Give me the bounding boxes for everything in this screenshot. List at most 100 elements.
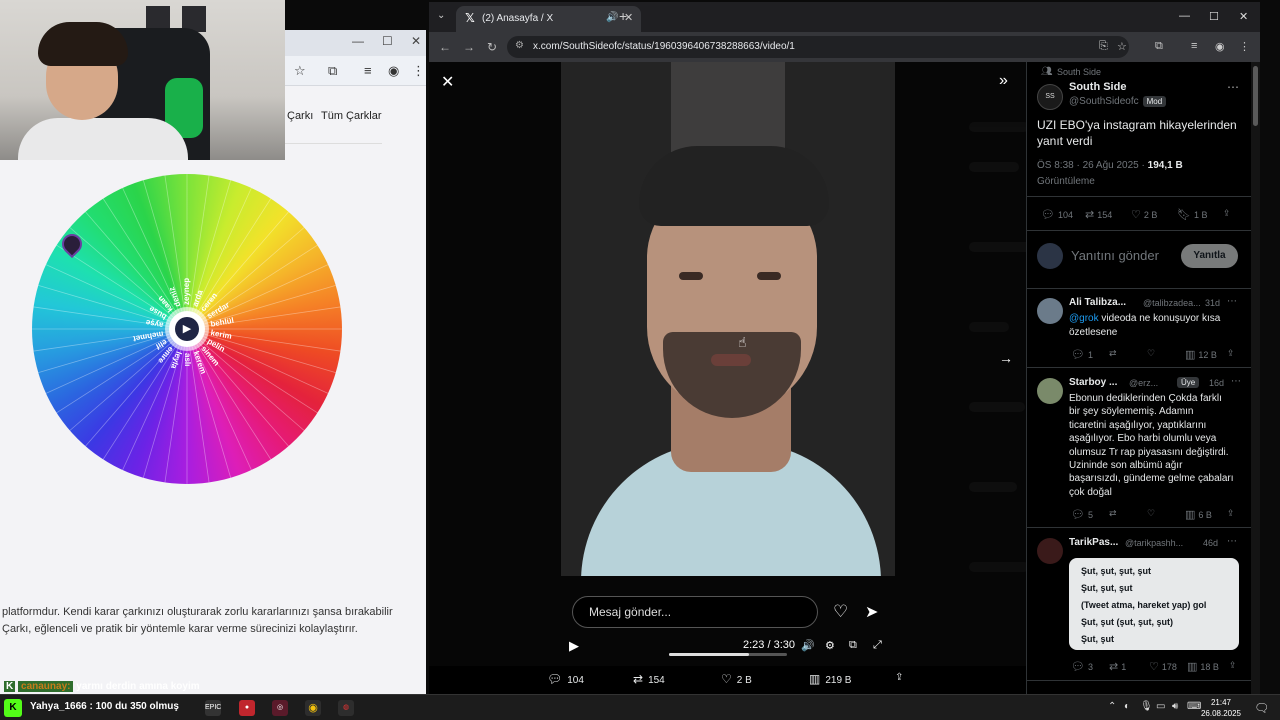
share-icon[interactable]: ⇪ xyxy=(1223,208,1231,219)
social-context[interactable]: South Side xyxy=(1057,67,1101,77)
reply-action[interactable]: 💬︎ 5 xyxy=(1071,508,1093,521)
like-action[interactable]: ♡ 178 xyxy=(1149,660,1177,673)
like-icon[interactable]: ♡ xyxy=(1147,348,1155,359)
reply-author[interactable]: Ali Talibza... xyxy=(1069,297,1126,308)
menu-icon[interactable]: ⋮ xyxy=(1239,40,1250,53)
share-icon[interactable]: ⇪ xyxy=(1227,348,1235,359)
speaker-icon[interactable]: 🔊︎ xyxy=(1172,701,1178,712)
avatar[interactable] xyxy=(1037,538,1063,564)
play-icon[interactable]: ▶ xyxy=(569,638,579,654)
fullscreen-icon[interactable]: ⤢ xyxy=(873,639,882,652)
new-tab-icon[interactable]: + xyxy=(619,8,627,24)
repost-icon[interactable]: ⇄ xyxy=(1109,348,1117,359)
reply-author[interactable]: Starboy ... xyxy=(1069,377,1117,388)
nav-link-wheel[interactable]: Çarkı xyxy=(287,110,313,122)
network-icon[interactable]: ▭ xyxy=(1156,701,1165,712)
forward-icon[interactable]: → xyxy=(463,40,475,54)
extensions-icon[interactable]: ⧉ xyxy=(328,63,337,79)
bookmark-action[interactable]: 🔖︎ 1 B xyxy=(1177,208,1207,221)
settings-gear-icon[interactable]: ⚙ xyxy=(825,639,835,652)
more-options-icon[interactable]: ⋯ xyxy=(1227,536,1237,547)
reply-handle[interactable]: @tarikpashh... xyxy=(1125,538,1183,548)
profile-icon[interactable]: ◉ xyxy=(1215,40,1225,53)
epic-games-icon[interactable]: EPIC xyxy=(205,700,221,716)
url-input[interactable]: ⚙ x.com/SouthSideofc/status/196039640673… xyxy=(507,36,1129,58)
tray-app-icon[interactable]: ◐ xyxy=(1124,701,1130,712)
bookmark-star-icon[interactable]: ☆ xyxy=(1117,40,1127,53)
reply-action[interactable]: 💬︎ 1 xyxy=(1071,348,1093,361)
spin-play-icon[interactable]: ▶ xyxy=(175,317,199,341)
profile-icon[interactable]: ◉ xyxy=(388,63,399,79)
share-icon[interactable]: ⇪ xyxy=(1229,660,1237,671)
reply-input[interactable]: Yanıtını gönder xyxy=(1071,248,1159,263)
minimize-icon[interactable]: — xyxy=(1179,10,1190,22)
reply-handle[interactable]: @talibzadea... xyxy=(1143,298,1201,308)
maximize-icon[interactable]: ☐ xyxy=(1209,10,1219,23)
next-media-icon[interactable]: → xyxy=(999,350,1013,366)
scrollbar-thumb[interactable] xyxy=(1253,66,1258,126)
avatar[interactable] xyxy=(1037,378,1063,404)
back-icon[interactable]: ← xyxy=(439,40,451,54)
avatar[interactable] xyxy=(1037,298,1063,324)
expand-sidebar-icon[interactable]: » xyxy=(999,72,1008,90)
record-app-icon[interactable]: ● xyxy=(239,700,255,716)
repost-action[interactable]: ⇄ 1 xyxy=(1109,660,1126,673)
site-info-icon[interactable]: ⚙ xyxy=(515,40,524,51)
maximize-icon[interactable]: ☐ xyxy=(382,34,393,48)
nav-link-all-wheels[interactable]: Tüm Çarklar xyxy=(321,110,382,122)
media-icon[interactable]: ≡ xyxy=(364,63,372,78)
more-options-icon[interactable]: ⋯ xyxy=(1231,376,1241,387)
send-icon[interactable]: ➤ xyxy=(865,602,878,622)
mention-link[interactable]: @grok xyxy=(1069,313,1099,324)
pip-icon[interactable]: ⧉ xyxy=(849,639,857,652)
obs-icon[interactable]: ◍ xyxy=(338,700,354,716)
tray-chevron-icon[interactable]: ⌃ xyxy=(1108,701,1116,712)
repost-action[interactable]: ⇄ 154 xyxy=(1085,208,1112,221)
reply-button[interactable]: Yanıtla xyxy=(1181,244,1238,268)
wheel-hub[interactable]: ▶ xyxy=(169,311,205,347)
more-options-icon[interactable]: ⋯ xyxy=(1227,80,1239,94)
reload-icon[interactable]: ↻ xyxy=(487,40,497,54)
repost-icon[interactable]: ⇄ xyxy=(1109,508,1117,519)
author-handle[interactable]: @SouthSideofc Mod xyxy=(1069,96,1167,107)
close-icon[interactable]: ✕ xyxy=(1239,10,1248,23)
reply-handle[interactable]: @erz... xyxy=(1129,378,1158,388)
cast-icon[interactable]: ⎘ xyxy=(1099,40,1108,53)
share-icon[interactable]: ⇪ xyxy=(1227,508,1235,519)
author-name[interactable]: South Side xyxy=(1069,81,1126,93)
like-action[interactable]: ♡ 2 B xyxy=(1131,208,1157,221)
volume-icon[interactable]: 🔊 xyxy=(801,639,815,652)
reply-stat[interactable]: 💬︎ 104 xyxy=(547,672,584,686)
close-icon[interactable]: ✕ xyxy=(441,72,454,92)
like-icon[interactable]: ♡ xyxy=(1147,508,1155,519)
chrome-icon[interactable]: ◉ xyxy=(305,700,321,716)
more-options-icon[interactable]: ⋯ xyxy=(1227,296,1237,307)
media-controls-icon[interactable]: ≡ xyxy=(1191,40,1197,52)
reply-action[interactable]: 💬︎ 104 xyxy=(1041,208,1073,221)
views-action[interactable]: ▥ 18 B xyxy=(1187,660,1219,673)
video-progress-bar[interactable] xyxy=(669,653,787,656)
system-clock[interactable]: 21:47 26.08.2025 xyxy=(1198,697,1244,719)
kick-logo-icon[interactable]: K xyxy=(4,699,22,717)
repost-stat[interactable]: ⇄ 154 xyxy=(633,672,665,686)
notification-icon[interactable]: 🗨︎ xyxy=(1254,701,1269,715)
star-icon[interactable]: ☆ xyxy=(294,63,306,79)
sidebar-scrollbar[interactable] xyxy=(1251,62,1260,694)
like-stat[interactable]: ♡ 2 B xyxy=(721,672,752,686)
tab-search-icon[interactable]: ⌄ xyxy=(437,10,445,21)
views-action[interactable]: ▥ 6 B xyxy=(1185,508,1212,521)
share-icon[interactable]: ⇪ xyxy=(895,672,903,683)
extensions-icon[interactable]: ⧉ xyxy=(1155,40,1163,53)
tab-x-home[interactable]: 𝕏 (2) Anasayfa / X 🔊 ✕ xyxy=(456,6,641,32)
app-icon[interactable]: ◎ xyxy=(272,700,288,716)
video-player[interactable]: ☝ xyxy=(561,62,895,576)
views-action[interactable]: ▥ 12 B xyxy=(1185,348,1217,361)
message-input[interactable]: Mesaj gönder... xyxy=(572,596,818,628)
decision-wheel[interactable]: serdar behlül kerim pelin sinem kerem aslı leyl… xyxy=(32,174,342,484)
microphone-icon[interactable]: 🎙︎ xyxy=(1140,701,1153,712)
reply-author[interactable]: TarikPas... xyxy=(1069,537,1118,548)
menu-icon[interactable]: ⋮ xyxy=(412,63,425,79)
close-icon[interactable]: ✕ xyxy=(411,34,421,48)
audio-playing-icon[interactable]: 🔊 xyxy=(606,12,618,23)
reply-action[interactable]: 💬︎ 3 xyxy=(1071,660,1093,673)
